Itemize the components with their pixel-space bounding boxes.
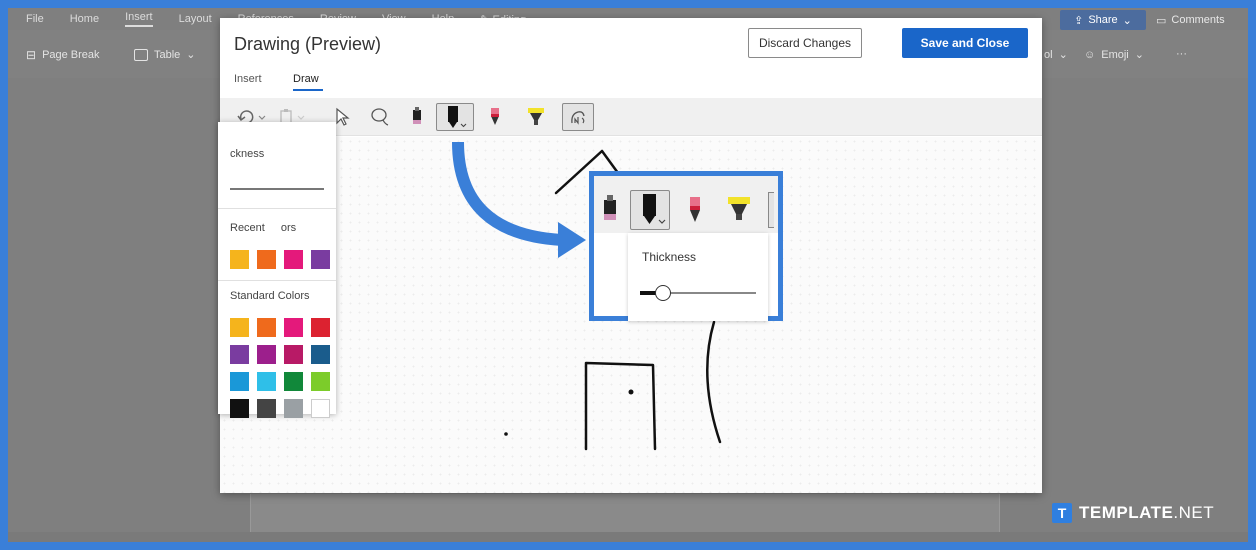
recent-colors-row bbox=[230, 250, 330, 269]
chevron-down-icon: ⌄ bbox=[1134, 49, 1144, 61]
color-swatch[interactable] bbox=[257, 399, 276, 418]
pen-options-dropdown: ckness Recent ors Standard Colors bbox=[218, 122, 336, 418]
table-icon bbox=[134, 48, 148, 61]
ink-to-shape-icon bbox=[571, 111, 585, 125]
color-swatch[interactable] bbox=[230, 250, 249, 269]
page-break-button[interactable]: ⊟ Page Break bbox=[26, 48, 100, 62]
tab-insert[interactable]: Insert bbox=[234, 73, 262, 85]
table-label: Table bbox=[154, 48, 181, 61]
ribbon-tab-home[interactable]: Home bbox=[70, 13, 99, 25]
brand-text: TEMPLATE.NET bbox=[1079, 503, 1214, 523]
color-swatch[interactable] bbox=[284, 318, 303, 337]
highlighter-icon bbox=[728, 197, 750, 220]
zoomed-thickness-panel: Thickness bbox=[628, 233, 768, 321]
ribbon-tab-file[interactable]: File bbox=[26, 13, 44, 25]
highlighter-button[interactable] bbox=[522, 103, 550, 131]
status-bar bbox=[8, 532, 1248, 542]
pen-black-button[interactable] bbox=[406, 103, 428, 131]
chevron-down-icon: ⌄ bbox=[1122, 14, 1132, 27]
standard-colors-row bbox=[230, 345, 330, 364]
color-swatch[interactable] bbox=[311, 345, 330, 364]
recent-label-start: Recent bbox=[230, 222, 265, 234]
color-swatch[interactable] bbox=[230, 318, 249, 337]
draw-toolbar bbox=[220, 98, 1042, 136]
share-button[interactable]: ⇪ Share ⌄ bbox=[1060, 10, 1146, 30]
ribbon-tab-layout[interactable]: Layout bbox=[179, 13, 212, 25]
more-label: ··· bbox=[1176, 48, 1187, 60]
color-swatch[interactable] bbox=[257, 345, 276, 364]
recent-label-end: ors bbox=[280, 222, 297, 234]
ribbon-tab-insert[interactable]: Insert bbox=[125, 11, 153, 27]
highlighter-icon bbox=[528, 108, 544, 125]
recent-colors-label: Recent ors bbox=[230, 222, 296, 234]
emoji-label: Emoji bbox=[1101, 48, 1129, 61]
emoji-icon: ☺ bbox=[1084, 48, 1096, 61]
divider bbox=[218, 208, 336, 209]
brand-light: .NET bbox=[1173, 503, 1215, 522]
color-swatch[interactable] bbox=[311, 399, 330, 418]
zoomed-toolbar bbox=[594, 176, 778, 233]
comments-button[interactable]: ▭ Comments bbox=[1156, 10, 1225, 30]
share-label: Share bbox=[1088, 14, 1118, 26]
emoji-button[interactable]: ☺ Emoji ⌄ bbox=[1084, 48, 1144, 62]
ink-to-shape-button[interactable] bbox=[562, 103, 594, 131]
color-swatch[interactable] bbox=[230, 399, 249, 418]
more-options-button[interactable]: ··· bbox=[1176, 48, 1187, 60]
pen-red-button[interactable] bbox=[484, 103, 506, 131]
thickness-zoom-callout: Thickness bbox=[589, 171, 783, 321]
standard-colors-row bbox=[230, 399, 330, 418]
brand-bold: TEMPLATE bbox=[1079, 503, 1174, 522]
color-swatch[interactable] bbox=[284, 345, 303, 364]
watermark: T TEMPLATE.NET bbox=[1052, 503, 1214, 523]
pen-icon bbox=[690, 197, 700, 222]
pen-thick-button[interactable] bbox=[630, 190, 670, 230]
ink-to-shape-button[interactable] bbox=[768, 192, 774, 228]
color-swatch[interactable] bbox=[230, 345, 249, 364]
share-icon: ⇪ bbox=[1074, 14, 1084, 27]
lasso-icon bbox=[371, 108, 389, 126]
tab-draw[interactable]: Draw bbox=[293, 73, 319, 85]
thickness-slider[interactable] bbox=[230, 188, 324, 190]
comment-icon: ▭ bbox=[1156, 14, 1167, 27]
active-tab-indicator bbox=[293, 89, 323, 91]
pen-thick-button[interactable] bbox=[436, 103, 474, 131]
pen-icon bbox=[604, 195, 616, 220]
template-logo: T bbox=[1052, 503, 1072, 523]
color-swatch[interactable] bbox=[311, 250, 330, 269]
page-break-icon: ⊟ bbox=[26, 48, 37, 62]
lasso-tool-button[interactable] bbox=[366, 103, 394, 131]
chevron-down-icon: ⌄ bbox=[186, 49, 196, 61]
chevron-down-icon: ⌄ bbox=[1058, 49, 1068, 61]
dialog-title: Drawing (Preview) bbox=[234, 34, 382, 54]
page-break-label: Page Break bbox=[42, 49, 100, 61]
symbol-button[interactable]: ol ⌄ bbox=[1044, 48, 1068, 62]
color-swatch[interactable] bbox=[257, 372, 276, 391]
table-button[interactable]: Table ⌄ bbox=[134, 48, 196, 61]
comments-label: Comments bbox=[1171, 14, 1225, 26]
standard-colors-row bbox=[230, 372, 330, 391]
discard-changes-button[interactable]: Discard Changes bbox=[748, 28, 862, 58]
save-and-close-button[interactable]: Save and Close bbox=[902, 28, 1028, 58]
color-swatch[interactable] bbox=[230, 372, 249, 391]
standard-colors-row bbox=[230, 318, 330, 337]
pen-icon bbox=[448, 106, 467, 128]
pen-icon bbox=[491, 108, 499, 125]
divider bbox=[218, 280, 336, 281]
symbol-label: ol bbox=[1044, 48, 1053, 61]
color-swatch[interactable] bbox=[284, 250, 303, 269]
color-swatch[interactable] bbox=[311, 372, 330, 391]
pen-icon bbox=[413, 107, 421, 124]
color-swatch[interactable] bbox=[311, 318, 330, 337]
color-swatch[interactable] bbox=[284, 399, 303, 418]
thickness-label: ckness bbox=[230, 148, 265, 160]
color-swatch[interactable] bbox=[257, 250, 276, 269]
color-swatch[interactable] bbox=[284, 372, 303, 391]
pen-icon bbox=[643, 194, 666, 224]
thickness-label: Thickness bbox=[642, 250, 697, 264]
thickness-slider-thumb[interactable] bbox=[655, 285, 672, 301]
color-swatch[interactable] bbox=[257, 318, 276, 337]
annotation-arrow bbox=[452, 141, 586, 258]
standard-colors-label: Standard Colors bbox=[230, 290, 310, 302]
